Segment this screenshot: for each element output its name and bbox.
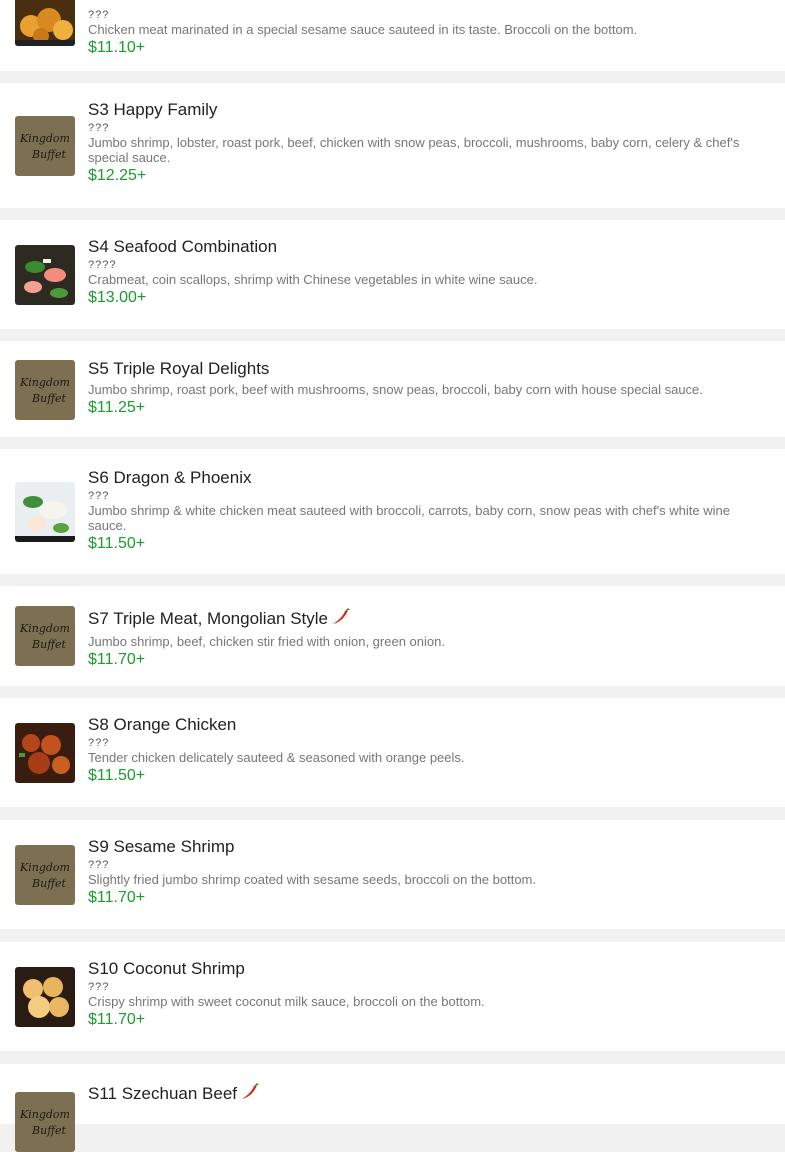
item-description: Tender chicken delicately sauteed & seas…	[88, 750, 465, 765]
item-name[interactable]: S5 Triple Royal Delights	[88, 359, 755, 379]
item-chinese-name: ???	[88, 122, 110, 134]
kingdom-buffet-logo: Kingdom Buffet	[15, 606, 75, 666]
item-name[interactable]: S6 Dragon & Phoenix	[88, 468, 755, 488]
chili-pepper-icon	[240, 1083, 260, 1106]
item-chinese-name: ???	[88, 737, 110, 749]
menu-item-s4[interactable]: S4 Seafood Combination ???? Crabmeat, co…	[0, 220, 785, 329]
kingdom-buffet-logo: Kingdom Buffet	[15, 845, 75, 905]
item-name-row: S7 Triple Meat, Mongolian Style	[88, 608, 755, 631]
kingdom-buffet-logo: Kingdom Buffet	[15, 1092, 75, 1152]
svg-text:Kingdom: Kingdom	[19, 622, 70, 635]
svg-text:Kingdom: Kingdom	[19, 376, 70, 389]
food-image	[15, 967, 75, 1027]
svg-text:Buffet: Buffet	[31, 638, 66, 651]
item-chinese-name: ???	[88, 9, 110, 21]
food-image	[15, 245, 75, 305]
svg-text:Kingdom: Kingdom	[19, 861, 70, 874]
item-name[interactable]: S11 Szechuan Beef	[88, 1084, 237, 1103]
item-chinese-name: ???	[88, 859, 110, 871]
item-price: $11.70+	[88, 889, 146, 906]
kingdom-buffet-logo: Kingdom Buffet	[15, 360, 75, 420]
food-image	[15, 482, 75, 542]
item-description: Jumbo shrimp, beef, chicken stir fried w…	[88, 634, 445, 649]
item-price: $11.70+	[88, 651, 146, 668]
item-name[interactable]: S10 Coconut Shrimp	[88, 959, 755, 979]
chili-pepper-icon	[331, 608, 351, 631]
item-name[interactable]: S3 Happy Family	[88, 100, 755, 120]
menu-item-s8[interactable]: S8 Orange Chicken ??? Tender chicken del…	[0, 698, 785, 807]
kingdom-buffet-logo: Kingdom Buffet	[15, 116, 75, 176]
item-chinese-name: ???	[88, 490, 110, 502]
item-description: Chicken meat marinated in a special sesa…	[88, 22, 638, 37]
item-chinese-name: ????	[88, 259, 117, 271]
item-price: $13.00+	[88, 289, 147, 306]
item-description: Crispy shrimp with sweet coconut milk sa…	[88, 994, 485, 1009]
svg-text:Kingdom: Kingdom	[19, 132, 70, 145]
svg-text:Buffet: Buffet	[31, 1124, 66, 1137]
menu-item-s7[interactable]: Kingdom Buffet S7 Triple Meat, Mongolian …	[0, 586, 785, 686]
item-chinese-name: ???	[88, 981, 110, 993]
item-price: $11.25+	[88, 399, 146, 416]
item-price: $11.50+	[88, 767, 146, 784]
svg-text:Buffet: Buffet	[31, 148, 66, 161]
menu-item-s6[interactable]: S6 Dragon & Phoenix ??? Jumbo shrimp & w…	[0, 449, 785, 574]
item-price: $11.70+	[88, 1011, 146, 1028]
menu-item-s5[interactable]: Kingdom Buffet S5 Triple Royal Delights J…	[0, 341, 785, 437]
item-price: $11.50+	[88, 535, 146, 552]
svg-text:Buffet: Buffet	[31, 392, 66, 405]
menu-item-s3[interactable]: Kingdom Buffet S3 Happy Family ??? Jumbo …	[0, 83, 785, 208]
item-description: Jumbo shrimp, roast pork, beef with mush…	[88, 382, 703, 397]
item-description: Jumbo shrimp & white chicken meat sautee…	[88, 503, 730, 533]
item-name[interactable]: S8 Orange Chicken	[88, 715, 755, 735]
item-name[interactable]: S4 Seafood Combination	[88, 237, 755, 257]
menu-item-s10[interactable]: S10 Coconut Shrimp ??? Crispy shrimp wit…	[0, 942, 785, 1051]
item-price: $11.10+	[88, 39, 146, 56]
menu-item-s9[interactable]: Kingdom Buffet S9 Sesame Shrimp ??? Sligh…	[0, 820, 785, 929]
item-name-row: S11 Szechuan Beef	[88, 1083, 755, 1106]
svg-text:Buffet: Buffet	[31, 877, 66, 890]
item-description: Slightly fried jumbo shrimp coated with …	[88, 872, 536, 887]
food-image	[15, 723, 75, 783]
food-image	[15, 0, 75, 46]
item-description: Crabmeat, coin scallops, shrimp with Chi…	[88, 272, 538, 287]
svg-text:Kingdom: Kingdom	[19, 1108, 70, 1121]
item-name[interactable]: S7 Triple Meat, Mongolian Style	[88, 609, 328, 628]
item-price: $12.25+	[88, 167, 147, 184]
menu-item-s11[interactable]: Kingdom Buffet S11 Szechuan Beef	[0, 1064, 785, 1152]
item-name[interactable]: S9 Sesame Shrimp	[88, 837, 755, 857]
menu-item-s2[interactable]: ??? Chicken meat marinated in a special …	[0, 0, 785, 71]
item-description: Jumbo shrimp, lobster, roast pork, beef,…	[88, 135, 740, 165]
